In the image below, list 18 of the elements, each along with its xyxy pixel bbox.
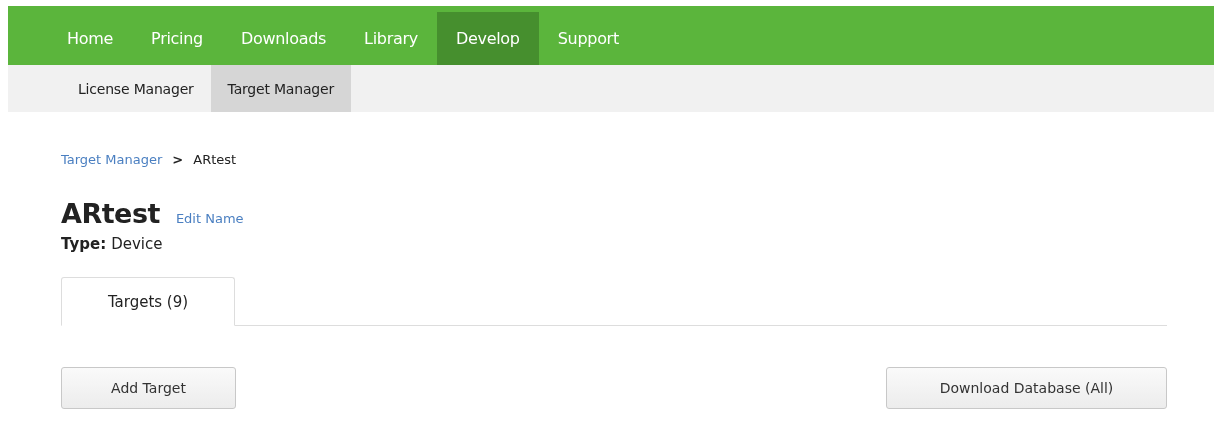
page-title: ARtest: [61, 198, 160, 229]
nav-item[interactable]: Pricing: [132, 12, 222, 65]
sub-nav-item[interactable]: License Manager: [61, 65, 211, 112]
breadcrumb-current: ARtest: [193, 151, 237, 167]
nav-item[interactable]: Develop: [436, 12, 539, 65]
nav-item[interactable]: Downloads: [221, 12, 346, 65]
type-value: Device: [111, 235, 163, 253]
download-database-button[interactable]: Download Database (All): [886, 367, 1167, 409]
tab[interactable]: Targets (9): [61, 277, 235, 326]
breadcrumb-separator: >: [172, 151, 184, 167]
edit-name-link[interactable]: Edit Name: [175, 211, 244, 226]
nav-item[interactable]: Support: [538, 12, 638, 65]
breadcrumb-link[interactable]: Target Manager: [61, 151, 163, 167]
nav-item[interactable]: Library: [345, 12, 437, 65]
add-target-button[interactable]: Add Target: [61, 367, 236, 409]
type-label: Type:: [61, 235, 107, 253]
nav-item[interactable]: Home: [48, 12, 133, 65]
sub-nav-item[interactable]: Target Manager: [210, 65, 351, 112]
